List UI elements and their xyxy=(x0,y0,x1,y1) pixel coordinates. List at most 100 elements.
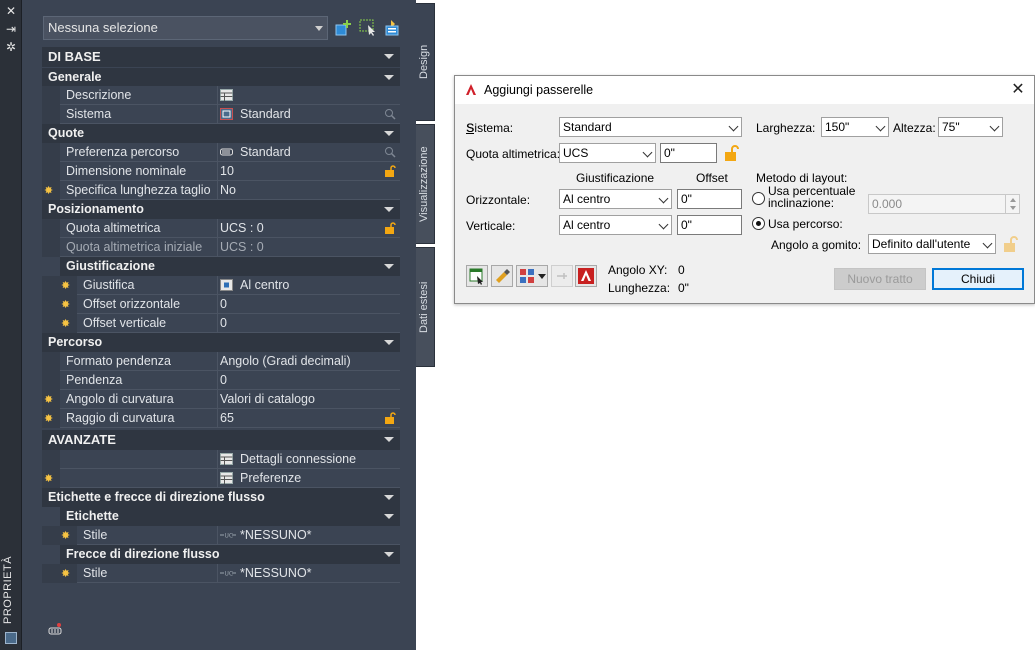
star-icon: ✸ xyxy=(61,280,71,292)
property-row-specifica-taglio[interactable]: ✸ Specifica lunghezza taglio No xyxy=(42,181,400,200)
verticale-offset-input[interactable]: 0" xyxy=(677,215,742,235)
category-di-base[interactable]: DI BASE xyxy=(42,47,400,67)
property-row-sistema[interactable]: Sistema Standard xyxy=(42,105,400,124)
spinner-icon xyxy=(1005,195,1019,213)
chevron-down-icon xyxy=(642,147,653,158)
unlock-icon[interactable] xyxy=(722,144,740,162)
close-icon[interactable]: ✕ xyxy=(4,4,18,18)
star-icon: ✸ xyxy=(44,413,54,425)
unlock-icon[interactable] xyxy=(384,412,396,424)
select-objects-icon[interactable] xyxy=(359,18,377,36)
property-row-pendenza[interactable]: Pendenza 0 xyxy=(42,371,400,390)
chevron-down-icon[interactable] xyxy=(384,552,394,557)
quota-altimetrica-input[interactable]: 0" xyxy=(660,143,717,163)
sistema-dropdown[interactable]: Standard xyxy=(559,117,742,137)
search-icon[interactable] xyxy=(384,108,396,120)
orizzontale-dropdown[interactable]: Al centro xyxy=(559,189,672,209)
category-etichette[interactable]: Etichette xyxy=(60,507,400,526)
angolo-xy-label: Angolo XY: xyxy=(608,263,668,277)
property-grid: DI BASE Generale Descrizione Sistema Sta… xyxy=(42,47,400,583)
autocad-logo-icon xyxy=(466,84,476,95)
category-etichette-frecce[interactable]: Etichette e frecce di direzione flusso xyxy=(42,488,400,507)
unlock-icon[interactable] xyxy=(384,165,396,177)
tab-design[interactable]: Design xyxy=(416,3,435,121)
tab-visualizzazione[interactable]: Visualizzazione xyxy=(416,124,435,244)
category-posizionamento[interactable]: Posizionamento xyxy=(42,200,400,219)
star-icon: ✸ xyxy=(61,318,71,330)
disabled-tool-icon xyxy=(557,273,567,279)
property-row-stile-etichette[interactable]: ✸ Stile UC *NESSUNO* xyxy=(42,526,400,545)
star-icon: ✸ xyxy=(61,568,71,580)
category-giustificazione[interactable]: Giustificazione xyxy=(60,257,400,276)
quota-altimetrica-label: Quota altimetrica: xyxy=(466,147,561,161)
chevron-down-icon xyxy=(875,121,886,132)
lunghezza-value: 0" xyxy=(678,281,689,295)
unlock-icon[interactable] xyxy=(384,222,396,234)
tab-dati-estesi[interactable]: Dati estesi xyxy=(416,247,435,367)
star-icon: ✸ xyxy=(61,299,71,311)
angolo-xy-value: 0 xyxy=(678,263,685,277)
dialog-titlebar[interactable]: Aggiungi passerelle ✕ xyxy=(455,76,1034,104)
property-row-offset-verticale[interactable]: ✸ Offset verticale 0 xyxy=(42,314,400,333)
property-row-dettagli-connessione[interactable]: Dettagli connessione xyxy=(42,450,400,469)
giustificazione-header: Giustificazione xyxy=(576,171,655,185)
properties-palette: ✕ ⇥ ✲ PROPRIETÀ Nessuna selezione DI BAS… xyxy=(0,0,435,650)
settings-icon[interactable]: ✲ xyxy=(4,40,18,54)
larghezza-dropdown[interactable]: 150" xyxy=(821,117,889,137)
chevron-down-icon[interactable] xyxy=(384,437,394,442)
close-icon[interactable]: ✕ xyxy=(1008,80,1028,100)
aggiungi-passerelle-dialog: Aggiungi passerelle ✕ SSistema: Standard… xyxy=(454,75,1035,304)
table-icon[interactable] xyxy=(220,472,233,484)
property-row-preferenze[interactable]: ✸ Preferenze xyxy=(42,469,400,488)
angolo-gomito-dropdown[interactable]: Definito dall'utente xyxy=(868,234,996,254)
properties-tool-button[interactable] xyxy=(466,265,488,287)
chevron-down-icon[interactable] xyxy=(384,54,394,59)
altezza-dropdown[interactable]: 75" xyxy=(938,117,1003,137)
orizzontale-offset-input[interactable]: 0" xyxy=(677,189,742,209)
search-icon[interactable] xyxy=(384,146,396,158)
disabled-tool-button xyxy=(551,265,573,287)
justify-center-icon[interactable] xyxy=(220,279,233,291)
property-row-raggio-curvatura[interactable]: ✸ Raggio di curvatura 65 xyxy=(42,409,400,428)
category-frecce[interactable]: Frecce di direzione flusso xyxy=(60,545,400,564)
chevron-down-icon[interactable] xyxy=(384,131,394,136)
chevron-down-icon[interactable] xyxy=(384,207,394,212)
property-row-preferenza-percorso[interactable]: Preferenza percorso Standard xyxy=(42,143,400,162)
property-row-dimensione-nominale[interactable]: Dimensione nominale 10 xyxy=(42,162,400,181)
verticale-dropdown[interactable]: Al centro xyxy=(559,215,672,235)
category-generale[interactable]: Generale xyxy=(42,67,400,86)
property-row-stile-frecce[interactable]: ✸ Stile UC *NESSUNO* xyxy=(42,564,400,583)
chevron-down-icon[interactable] xyxy=(384,340,394,345)
property-row-formato-pendenza[interactable]: Formato pendenza Angolo (Gradi decimali) xyxy=(42,352,400,371)
svg-text:UC: UC xyxy=(225,571,234,578)
chevron-down-icon[interactable] xyxy=(384,75,394,80)
match-properties-button[interactable] xyxy=(491,265,513,287)
property-row-descrizione[interactable]: Descrizione xyxy=(42,86,400,105)
category-quote[interactable]: Quote xyxy=(42,124,400,143)
category-avanzate[interactable]: AVANZATE xyxy=(42,430,400,450)
quick-select-icon[interactable] xyxy=(383,18,401,36)
chevron-down-icon[interactable] xyxy=(384,264,394,269)
category-percorso[interactable]: Percorso xyxy=(42,333,400,352)
usa-percentuale-radio[interactable] xyxy=(752,192,765,205)
chevron-down-icon[interactable] xyxy=(384,495,394,500)
help-button[interactable] xyxy=(575,265,597,287)
autohide-icon[interactable]: ⇥ xyxy=(4,22,18,36)
usa-percentuale-label: Usa percentuale inclinazione: xyxy=(768,184,856,210)
palette-menu-icon[interactable] xyxy=(5,632,17,644)
property-row-offset-orizzontale[interactable]: ✸ Offset orizzontale 0 xyxy=(42,295,400,314)
chevron-down-icon[interactable] xyxy=(384,514,394,519)
lunghezza-label: Lunghezza: xyxy=(608,281,671,295)
toggle-pickadd-icon[interactable] xyxy=(335,18,353,36)
table-icon[interactable] xyxy=(220,453,233,465)
property-row-angolo-curvatura[interactable]: ✸ Angolo di curvatura Valori di catalogo xyxy=(42,390,400,409)
property-row-quota-altimetrica[interactable]: Quota altimetrica UCS : 0 xyxy=(42,219,400,238)
routing-icon[interactable] xyxy=(48,622,62,636)
quota-altimetrica-dropdown[interactable]: UCS xyxy=(559,143,656,163)
usa-percorso-radio[interactable] xyxy=(752,217,765,230)
table-icon[interactable] xyxy=(220,89,233,101)
property-row-giustifica[interactable]: ✸ Giustifica Al centro xyxy=(42,276,400,295)
chiudi-button[interactable]: Chiudi xyxy=(932,268,1024,290)
connection-type-button[interactable] xyxy=(516,265,548,287)
selection-dropdown[interactable]: Nessuna selezione xyxy=(43,16,328,40)
